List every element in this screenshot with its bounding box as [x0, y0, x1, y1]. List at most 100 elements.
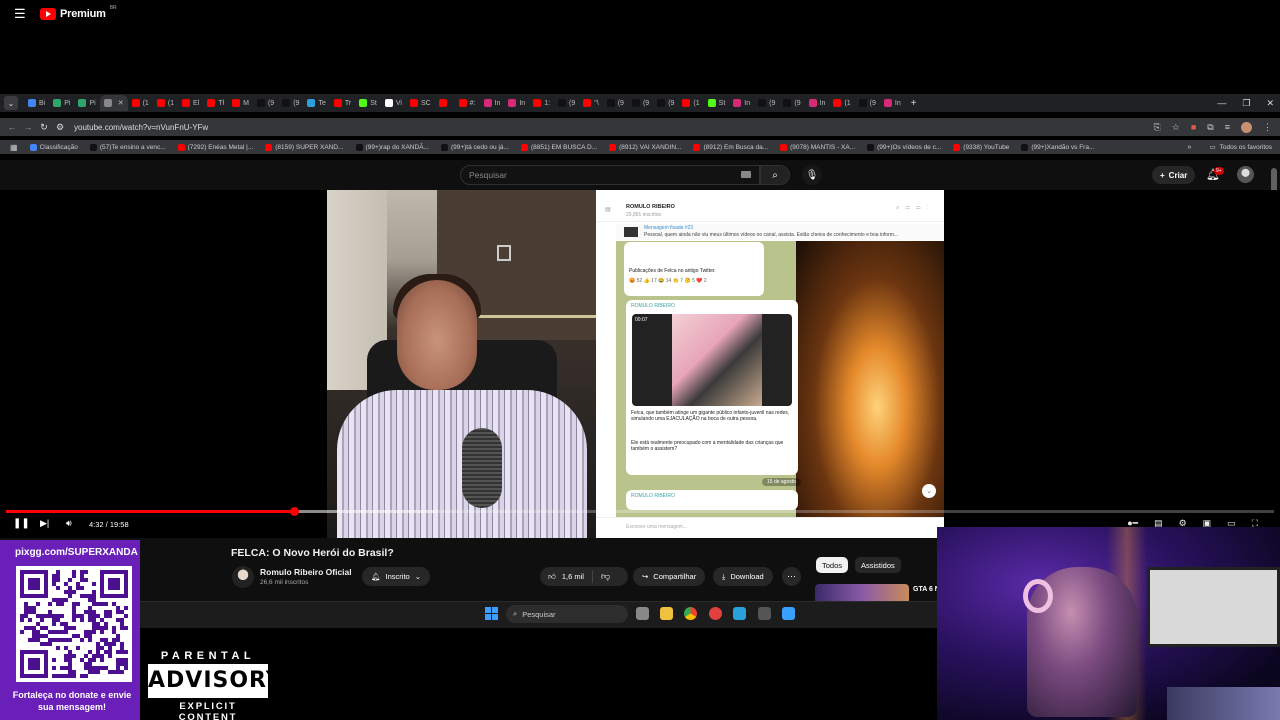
browser-tab[interactable]: (9	[653, 95, 678, 111]
browser-tab[interactable]: St	[355, 95, 381, 111]
browser-tab[interactable]: (9	[603, 95, 628, 111]
browser-tab[interactable]: El	[178, 95, 203, 111]
browser-tab[interactable]: (9	[253, 95, 278, 111]
browser-tab[interactable]: "\	[579, 95, 602, 111]
browser-tab[interactable]: Tł	[203, 95, 228, 111]
settings-icon[interactable]	[758, 607, 771, 620]
video-player[interactable]: ▤ ROMULO RIBEIRO 20,891 inscritos ⌕▭▭⋮ M…	[0, 190, 1280, 538]
bookmark-star-icon[interactable]: ☆	[1172, 122, 1180, 133]
browser-tab[interactable]: Tr	[330, 95, 355, 111]
channel-name[interactable]: Romulo Ribeiro Oficial	[260, 567, 352, 577]
volume-icon[interactable]: 🔊︎	[66, 518, 72, 529]
search-button[interactable]: ⌕	[760, 165, 790, 185]
tab-search-icon[interactable]: ⌄	[4, 96, 18, 110]
browser-tab[interactable]: (9	[554, 95, 579, 111]
extension-icon[interactable]: ■	[1191, 122, 1196, 132]
browser-tab[interactable]: M	[228, 95, 253, 111]
browser-tab[interactable]: SC	[406, 95, 435, 111]
app-icon[interactable]	[782, 607, 795, 620]
task-view-icon[interactable]	[636, 607, 649, 620]
telegram-icon[interactable]	[733, 607, 746, 620]
voice-search-button[interactable]: 🎙︎	[802, 165, 822, 185]
bookmark-item[interactable]: (8912) VAI XANDIN...	[603, 143, 687, 151]
url-field[interactable]: youtube.com/watch?v=nVunFnU-YFw	[74, 123, 208, 132]
browser-tab[interactable]: In	[480, 95, 505, 111]
search-input[interactable]: Pesquisar	[460, 165, 760, 185]
bookmark-item[interactable]: (99+)tá cedo ou já...	[435, 143, 515, 151]
browser-menu-icon[interactable]: ⋮	[1263, 122, 1272, 133]
browser-tab[interactable]: (9	[855, 95, 880, 111]
browser-tab[interactable]: (1	[128, 95, 153, 111]
install-icon[interactable]: ⎘	[1154, 122, 1161, 133]
share-button[interactable]: ↪ Compartilhar	[633, 567, 706, 586]
bookmark-item[interactable]: (57)Te ensino a venc...	[84, 143, 172, 151]
reload-icon[interactable]: ↻	[36, 122, 52, 133]
like-button[interactable]: 👍︎ 1,6 mil	[540, 570, 593, 583]
youtube-logo[interactable]: Premium BR	[40, 5, 117, 20]
taskbar-search[interactable]: ⌕ Pesquisar	[506, 605, 628, 623]
pause-icon[interactable]: ❚❚	[13, 518, 30, 529]
chrome-icon[interactable]	[684, 607, 697, 620]
app-icon[interactable]	[709, 607, 722, 620]
forward-icon[interactable]: →	[20, 122, 36, 132]
close-icon[interactable]: ✕	[1266, 98, 1274, 109]
browser-tab[interactable]	[435, 95, 455, 111]
account-avatar[interactable]	[1237, 166, 1254, 183]
bookmark-item[interactable]: (7292) Enéas Metal |...	[172, 143, 260, 151]
next-icon[interactable]: ▶|	[40, 518, 49, 529]
bookmark-item[interactable]: (99+)Xandão vs Fra...	[1015, 143, 1100, 151]
browser-tab[interactable]: In	[805, 95, 830, 111]
tab-close-icon[interactable]: ✕	[118, 99, 124, 107]
browser-tab[interactable]: #:	[455, 95, 480, 111]
browser-tab[interactable]: (9	[754, 95, 779, 111]
browser-tab[interactable]: 1:	[529, 95, 554, 111]
bookmark-item[interactable]: (8912) Em Busca da...	[687, 143, 774, 151]
keyboard-icon[interactable]	[741, 171, 751, 178]
channel-avatar[interactable]	[232, 566, 254, 588]
browser-tab[interactable]: In	[504, 95, 529, 111]
browser-tab[interactable]: Pi	[49, 95, 74, 111]
bookmark-item[interactable]: (99+)Os vídeos de c...	[861, 143, 947, 151]
subscribed-button[interactable]: 🔔︎ Inscrito ⌄	[362, 567, 431, 586]
browser-tab[interactable]: Te	[303, 95, 329, 111]
browser-tab[interactable]: Pi	[74, 95, 99, 111]
windows-start-icon[interactable]	[485, 607, 498, 620]
browser-tab[interactable]: (1	[829, 95, 854, 111]
bookmark-item[interactable]: (8851) EM BUSCA D...	[515, 143, 603, 151]
bookmark-item[interactable]: (8159) SUPER XAND...	[259, 143, 349, 151]
browser-tab[interactable]: (9	[628, 95, 653, 111]
profile-avatar[interactable]	[1241, 121, 1252, 133]
bookmark-item[interactable]: (9078) MANTIS - XA...	[774, 143, 861, 151]
file-explorer-icon[interactable]	[660, 607, 673, 620]
bookmark-item[interactable]: (99+)rap do XANDÃ...	[350, 143, 435, 151]
browser-tab[interactable]: (1	[678, 95, 703, 111]
browser-tab[interactable]: St	[704, 95, 730, 111]
maximize-icon[interactable]: ❐	[1242, 98, 1250, 109]
bookmark-item[interactable]: (9338) YouTube	[947, 143, 1015, 151]
hamburger-menu-icon[interactable]: ☰	[14, 7, 28, 20]
browser-tab[interactable]: Vi	[381, 95, 406, 111]
site-info-icon[interactable]: ⚙	[52, 122, 68, 133]
browser-tab[interactable]: ✕	[99, 95, 128, 111]
browser-tab[interactable]: (9	[779, 95, 804, 111]
bookmark-item[interactable]: Classificação	[24, 143, 84, 151]
more-actions-button[interactable]: ⋯	[782, 567, 801, 586]
download-button[interactable]: ⤓ Download	[713, 567, 773, 586]
browser-tab[interactable]: In	[729, 95, 754, 111]
browser-tab[interactable]: (1	[153, 95, 178, 111]
apps-grid-icon[interactable]: ▦	[10, 143, 18, 152]
progress-scrubber[interactable]	[289, 507, 299, 516]
extensions-puzzle-icon[interactable]: ⧉	[1207, 122, 1213, 133]
browser-tab[interactable]: (9	[278, 95, 303, 111]
browser-tab[interactable]: In	[880, 95, 905, 111]
chip-watched[interactable]: Assistidos	[855, 557, 901, 573]
browser-tab[interactable]: Bi	[24, 95, 49, 111]
chip-all[interactable]: Todos	[816, 557, 849, 573]
media-controls-icon[interactable]: ≡	[1225, 122, 1230, 132]
minimize-icon[interactable]: —	[1217, 98, 1226, 108]
all-bookmarks[interactable]: » ▭ Todos os favoritos	[1188, 143, 1272, 152]
dislike-button[interactable]: 👎︎	[593, 571, 618, 582]
create-button[interactable]: + Criar	[1152, 166, 1196, 184]
progress-bar[interactable]	[6, 507, 1274, 516]
new-tab-button[interactable]: +	[911, 98, 917, 109]
